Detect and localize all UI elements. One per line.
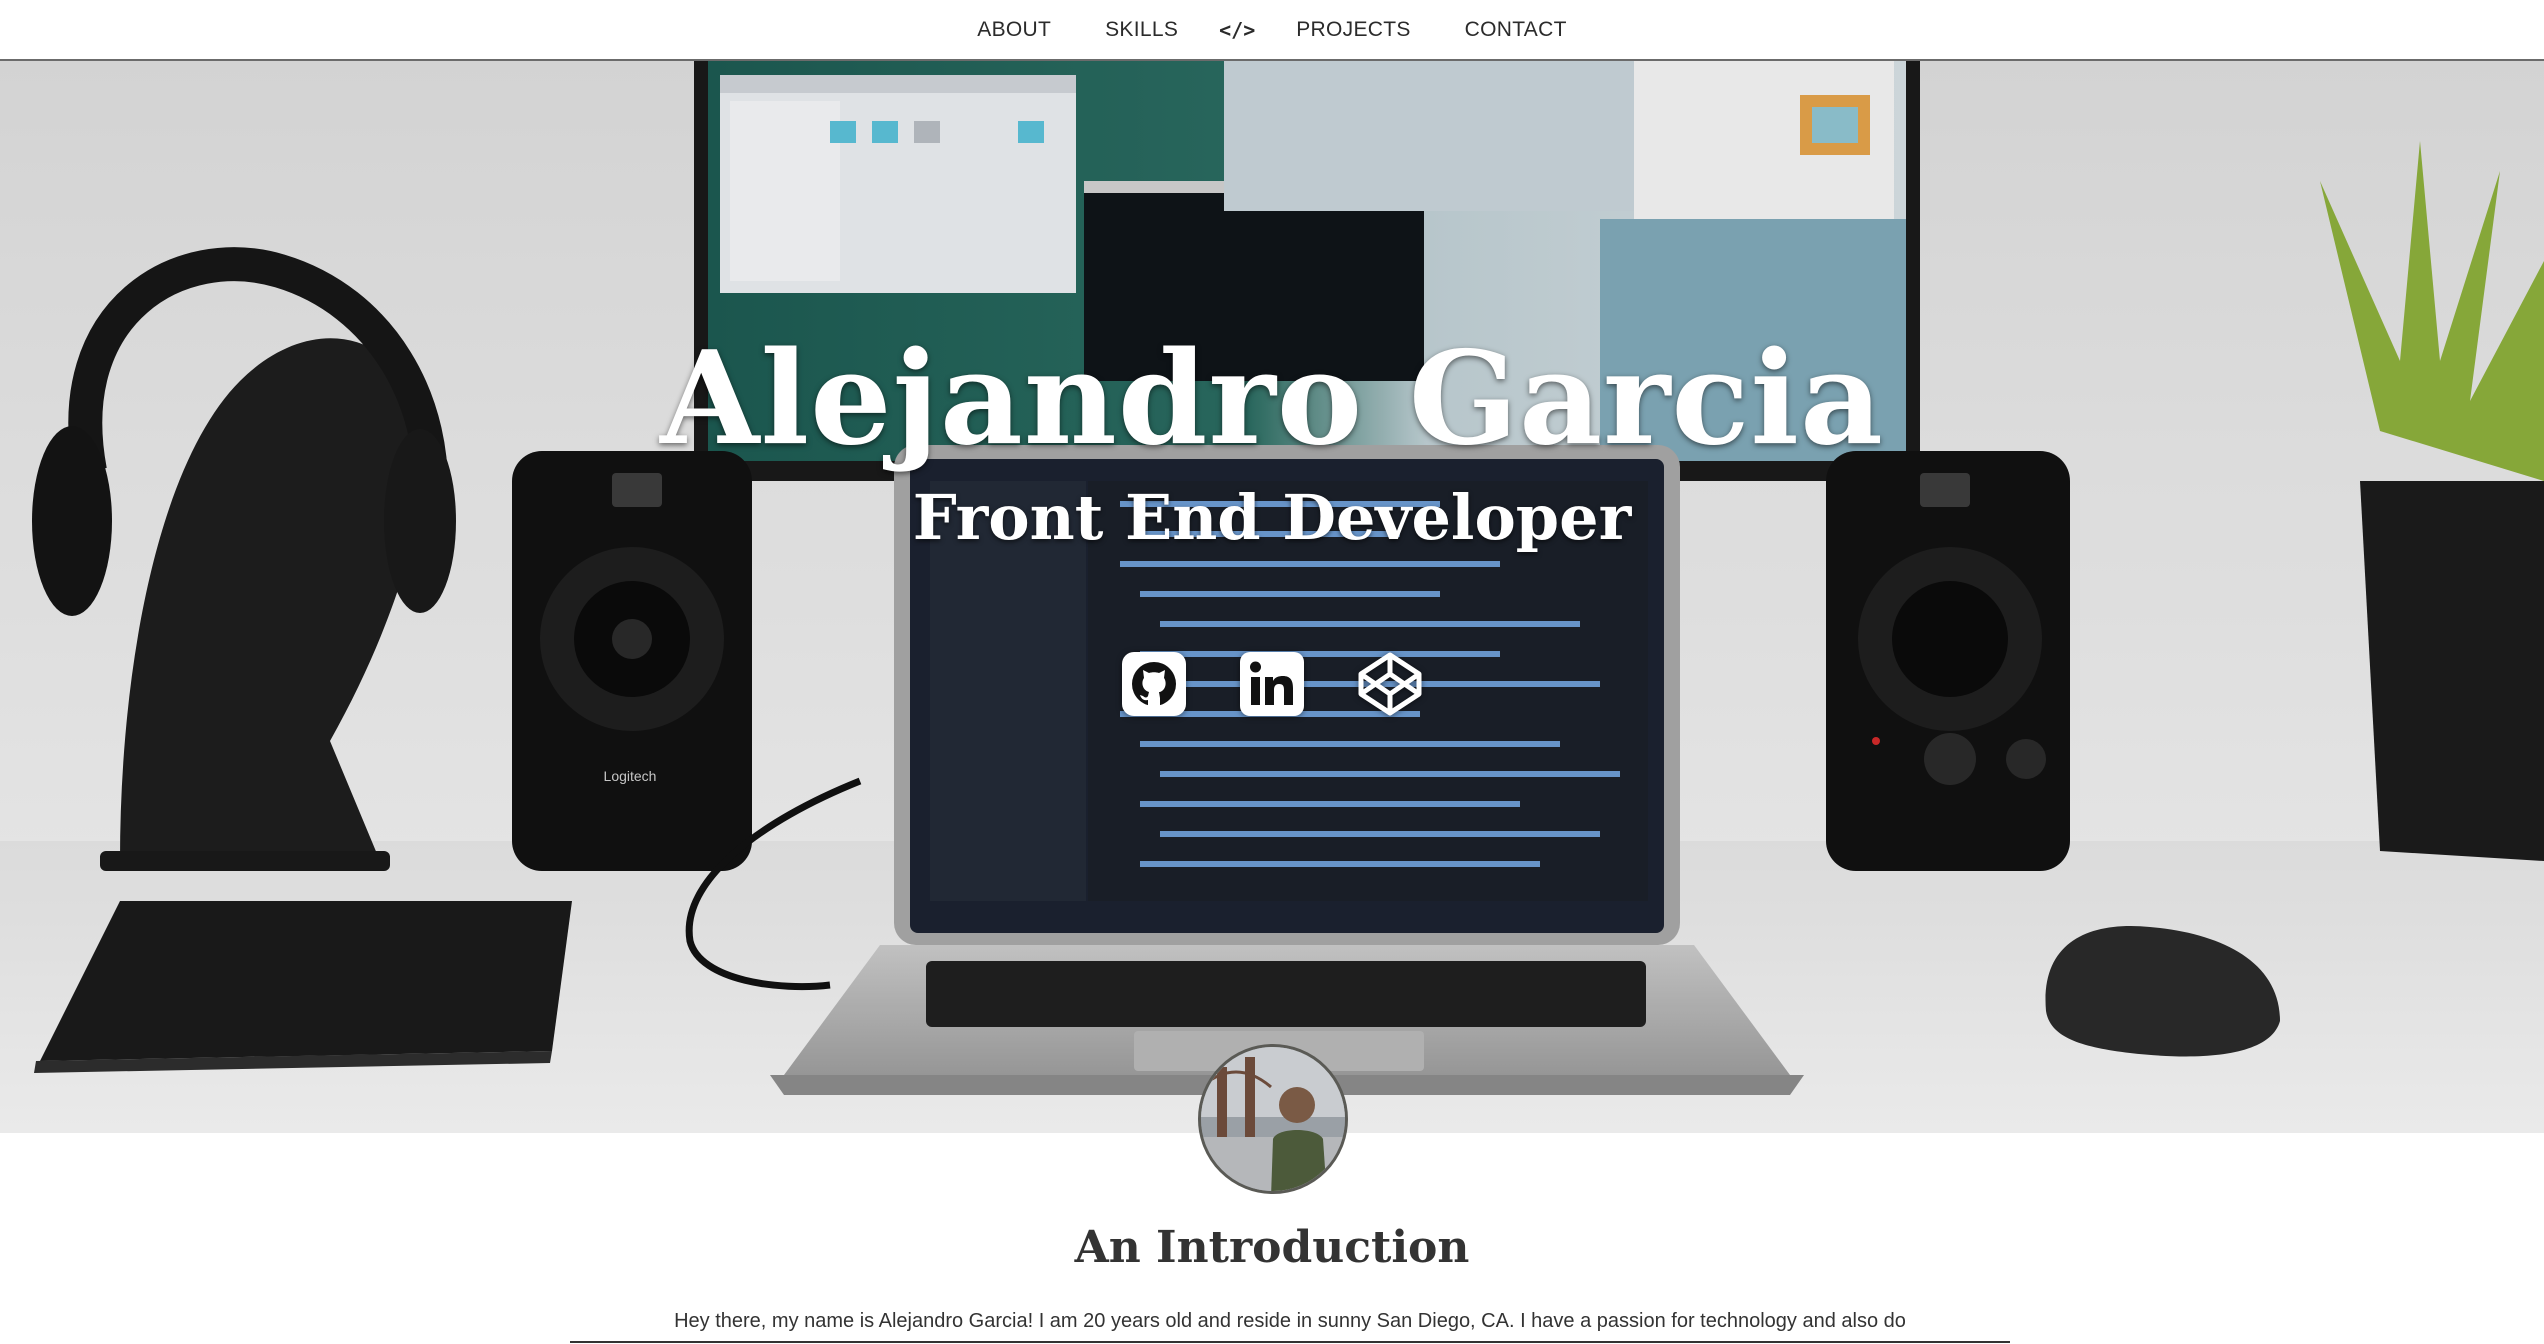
nav-skills[interactable]: SKILLS — [1078, 18, 1205, 42]
hero-name: Alejandro Garcia — [660, 324, 1884, 474]
github-icon — [1122, 652, 1186, 716]
avatar — [1198, 1044, 1348, 1194]
nav-about[interactable]: ABOUT — [950, 18, 1078, 42]
hero-overlay — [0, 61, 2544, 1133]
linkedin-icon — [1240, 652, 1304, 716]
codepen-link[interactable] — [1357, 651, 1423, 717]
social-links — [0, 651, 2544, 717]
linkedin-link[interactable] — [1239, 651, 1305, 717]
code-brackets-icon[interactable]: </> — [1205, 18, 1269, 42]
hero-job-title: Front End Developer — [912, 481, 1632, 554]
hero-section: Logitech Alejandro Garcia Front End Deve… — [0, 61, 2544, 1133]
github-link[interactable] — [1121, 651, 1187, 717]
profile-photo — [1201, 1047, 1345, 1191]
about-text: Hey there, my name is Alejandro Garcia! … — [674, 1310, 1906, 1332]
nav-projects[interactable]: PROJECTS — [1269, 18, 1437, 42]
nav-list: ABOUT SKILLS </> PROJECTS CONTACT — [950, 18, 1593, 42]
divider — [570, 1341, 2010, 1343]
nav-contact[interactable]: CONTACT — [1438, 18, 1594, 42]
codepen-icon — [1358, 652, 1422, 716]
navbar: ABOUT SKILLS </> PROJECTS CONTACT — [0, 0, 2544, 61]
about-heading: An Introduction — [1074, 1222, 1470, 1273]
